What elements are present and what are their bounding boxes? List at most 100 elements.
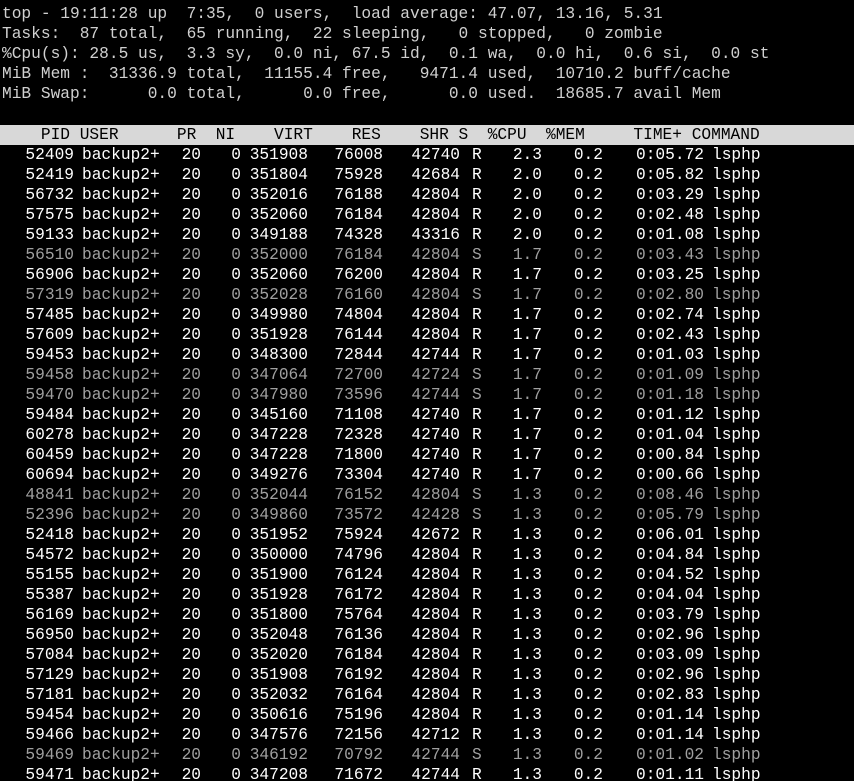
process-row[interactable]: 56510 backup2+ 20 0 352000 76184 42804 S 1.7 0.2 0… bbox=[0, 245, 854, 265]
process-row[interactable]: 57575 backup2+ 20 0 352060 76184 42804 R 2.0 0.2 0… bbox=[0, 205, 854, 225]
state-cell: R bbox=[472, 466, 482, 484]
process-row[interactable]: 52409 backup2+ 20 0 351908 76008 42740 R 2.3 0.2 0… bbox=[0, 145, 854, 165]
cpu-cell: 1.3 bbox=[512, 626, 542, 644]
priority-cell: 20 bbox=[181, 506, 201, 524]
process-row[interactable]: 59471 backup2+ 20 0 347208 71672 42744 R 1.3 0.2 0… bbox=[0, 765, 854, 781]
command-cell: lsphp bbox=[712, 586, 761, 604]
res-cell: 76184 bbox=[334, 246, 383, 264]
process-row[interactable]: 59453 backup2+ 20 0 348300 72844 42744 R 1.7 0.2 0… bbox=[0, 345, 854, 365]
shr-cell: 43316 bbox=[411, 226, 460, 244]
process-row[interactable]: 59458 backup2+ 20 0 347064 72700 42724 S 1.7 0.2 0… bbox=[0, 365, 854, 385]
mem-cell: 0.2 bbox=[573, 606, 603, 624]
virt-cell: 352048 bbox=[249, 626, 308, 644]
state-cell: R bbox=[472, 306, 482, 324]
res-cell: 73572 bbox=[334, 506, 383, 524]
process-row[interactable]: 60459 backup2+ 20 0 347228 71800 42740 R 1.7 0.2 0… bbox=[0, 445, 854, 465]
time-cell: 0:08.46 bbox=[636, 486, 704, 504]
user-cell: backup2+ bbox=[82, 386, 160, 404]
process-row[interactable]: 59484 backup2+ 20 0 345160 71108 42740 R 1.7 0.2 0… bbox=[0, 405, 854, 425]
cpu-cell: 1.3 bbox=[512, 526, 542, 544]
priority-cell: 20 bbox=[181, 626, 201, 644]
mem-cell: 0.2 bbox=[573, 146, 603, 164]
shr-cell: 42804 bbox=[411, 606, 460, 624]
user-cell: backup2+ bbox=[82, 506, 160, 524]
command-cell: lsphp bbox=[712, 766, 761, 781]
shr-cell: 42804 bbox=[411, 626, 460, 644]
process-row[interactable]: 54572 backup2+ 20 0 350000 74796 42804 R 1.3 0.2 0… bbox=[0, 545, 854, 565]
process-row[interactable]: 59469 backup2+ 20 0 346192 70792 42744 S 1.3 0.2 0… bbox=[0, 745, 854, 765]
process-row[interactable]: 52396 backup2+ 20 0 349860 73572 42428 S 1.3 0.2 0… bbox=[0, 505, 854, 525]
process-row[interactable]: 57084 backup2+ 20 0 352020 76184 42804 R 1.3 0.2 0… bbox=[0, 645, 854, 665]
priority-cell: 20 bbox=[181, 726, 201, 744]
pid-cell: 59133 bbox=[25, 226, 74, 244]
process-row[interactable]: 57485 backup2+ 20 0 349980 74804 42804 R 1.7 0.2 0… bbox=[0, 305, 854, 325]
state-cell: R bbox=[472, 326, 482, 344]
process-row[interactable]: 57319 backup2+ 20 0 352028 76160 42804 S 1.7 0.2 0… bbox=[0, 285, 854, 305]
user-cell: backup2+ bbox=[82, 466, 160, 484]
res-cell: 74796 bbox=[334, 546, 383, 564]
process-row[interactable]: 56732 backup2+ 20 0 352016 76188 42804 R 2.0 0.2 0… bbox=[0, 185, 854, 205]
res-cell: 76160 bbox=[334, 286, 383, 304]
res-cell: 72844 bbox=[334, 346, 383, 364]
process-row[interactable]: 56950 backup2+ 20 0 352048 76136 42804 R 1.3 0.2 0… bbox=[0, 625, 854, 645]
process-row[interactable]: 52418 backup2+ 20 0 351952 75924 42672 R 1.3 0.2 0… bbox=[0, 525, 854, 545]
process-row[interactable]: 57129 backup2+ 20 0 351908 76192 42804 R 1.3 0.2 0… bbox=[0, 665, 854, 685]
mem-cell: 0.2 bbox=[573, 266, 603, 284]
priority-cell: 20 bbox=[181, 586, 201, 604]
user-cell: backup2+ bbox=[82, 766, 160, 781]
process-row[interactable]: 52419 backup2+ 20 0 351804 75928 42684 R 2.0 0.2 0… bbox=[0, 165, 854, 185]
nice-cell: 0 bbox=[231, 346, 241, 364]
virt-cell: 351928 bbox=[249, 326, 308, 344]
command-cell: lsphp bbox=[712, 646, 761, 664]
res-cell: 71672 bbox=[334, 766, 383, 781]
cpu-cell: 1.3 bbox=[512, 506, 542, 524]
process-row[interactable]: 59466 backup2+ 20 0 347576 72156 42712 R 1.3 0.2 0… bbox=[0, 725, 854, 745]
process-row[interactable]: 60694 backup2+ 20 0 349276 73304 42740 R 1.7 0.2 0… bbox=[0, 465, 854, 485]
priority-cell: 20 bbox=[181, 226, 201, 244]
process-row[interactable]: 48841 backup2+ 20 0 352044 76152 42804 S 1.3 0.2 0… bbox=[0, 485, 854, 505]
res-cell: 76124 bbox=[334, 566, 383, 584]
process-row[interactable]: 55387 backup2+ 20 0 351928 76172 42804 R 1.3 0.2 0… bbox=[0, 585, 854, 605]
nice-cell: 0 bbox=[231, 246, 241, 264]
state-cell: S bbox=[472, 286, 482, 304]
user-cell: backup2+ bbox=[82, 666, 160, 684]
process-row[interactable]: 57181 backup2+ 20 0 352032 76164 42804 R 1.3 0.2 0… bbox=[0, 685, 854, 705]
mem-cell: 0.2 bbox=[573, 626, 603, 644]
state-cell: R bbox=[472, 766, 482, 781]
time-cell: 0:01.09 bbox=[636, 366, 704, 384]
process-row[interactable]: 55155 backup2+ 20 0 351900 76124 42804 R 1.3 0.2 0… bbox=[0, 565, 854, 585]
shr-cell: 42804 bbox=[411, 586, 460, 604]
shr-cell: 42740 bbox=[411, 466, 460, 484]
user-cell: backup2+ bbox=[82, 306, 160, 324]
priority-cell: 20 bbox=[181, 366, 201, 384]
user-cell: backup2+ bbox=[82, 586, 160, 604]
time-cell: 0:01.02 bbox=[636, 746, 704, 764]
user-cell: backup2+ bbox=[82, 526, 160, 544]
user-cell: backup2+ bbox=[82, 726, 160, 744]
command-cell: lsphp bbox=[712, 666, 761, 684]
mem-cell: 0.2 bbox=[573, 346, 603, 364]
virt-cell: 351900 bbox=[249, 566, 308, 584]
priority-cell: 20 bbox=[181, 526, 201, 544]
process-row[interactable]: 59133 backup2+ 20 0 349188 74328 43316 R 2.0 0.2 0… bbox=[0, 225, 854, 245]
time-cell: 0:01.11 bbox=[636, 766, 704, 781]
process-row[interactable]: 59470 backup2+ 20 0 347980 73596 42744 S 1.7 0.2 0… bbox=[0, 385, 854, 405]
process-row[interactable]: 56906 backup2+ 20 0 352060 76200 42804 R 1.7 0.2 0… bbox=[0, 265, 854, 285]
summary-mem-line: MiB Mem : 31336.9 total, 11155.4 free, 9… bbox=[2, 65, 731, 83]
command-cell: lsphp bbox=[712, 206, 761, 224]
terminal-window[interactable]: top - 19:11:28 up 7:35, 0 users, load av… bbox=[0, 0, 854, 781]
cpu-cell: 1.7 bbox=[512, 466, 542, 484]
nice-cell: 0 bbox=[231, 486, 241, 504]
priority-cell: 20 bbox=[181, 466, 201, 484]
mem-cell: 0.2 bbox=[573, 426, 603, 444]
res-cell: 76200 bbox=[334, 266, 383, 284]
process-row[interactable]: 56169 backup2+ 20 0 351800 75764 42804 R 1.3 0.2 0… bbox=[0, 605, 854, 625]
nice-cell: 0 bbox=[231, 386, 241, 404]
command-cell: lsphp bbox=[712, 306, 761, 324]
res-cell: 76152 bbox=[334, 486, 383, 504]
user-cell: backup2+ bbox=[82, 266, 160, 284]
process-row[interactable]: 59454 backup2+ 20 0 350616 75196 42804 R 1.3 0.2 0… bbox=[0, 705, 854, 725]
virt-cell: 351952 bbox=[249, 526, 308, 544]
process-row[interactable]: 57609 backup2+ 20 0 351928 76144 42804 R 1.7 0.2 0… bbox=[0, 325, 854, 345]
process-row[interactable]: 60278 backup2+ 20 0 347228 72328 42740 R 1.7 0.2 0… bbox=[0, 425, 854, 445]
